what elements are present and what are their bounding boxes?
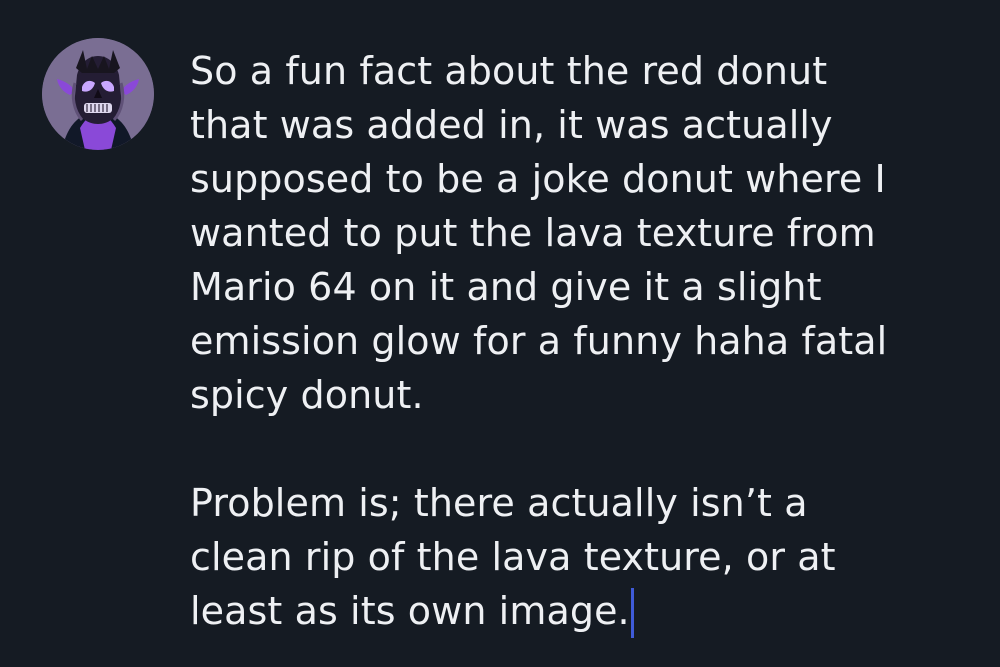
message-line: that was added in, it was actually	[190, 103, 833, 147]
message-line: spicy donut.	[190, 373, 424, 417]
last-line-text: least as its own image.	[190, 589, 630, 633]
message-text[interactable]: So a fun fact about the red donut that w…	[190, 44, 980, 638]
message-line: Mario 64 on it and give it a slight	[190, 265, 822, 309]
message-line: clean rip of the lava texture, or at	[190, 535, 836, 579]
message-line: wanted to put the lava texture from	[190, 211, 876, 255]
message-line: supposed to be a joke donut where I	[190, 157, 886, 201]
text-cursor	[630, 588, 634, 638]
user-avatar[interactable]	[42, 38, 154, 150]
message-line: emission glow for a funny haha fatal	[190, 319, 888, 363]
skull-character-avatar-icon	[42, 38, 154, 150]
message-line-last: least as its own image.	[190, 584, 980, 638]
message-line: Problem is; there actually isn’t a	[190, 481, 808, 525]
message-line: So a fun fact about the red donut	[190, 49, 828, 93]
paragraph-spacing	[190, 422, 980, 476]
